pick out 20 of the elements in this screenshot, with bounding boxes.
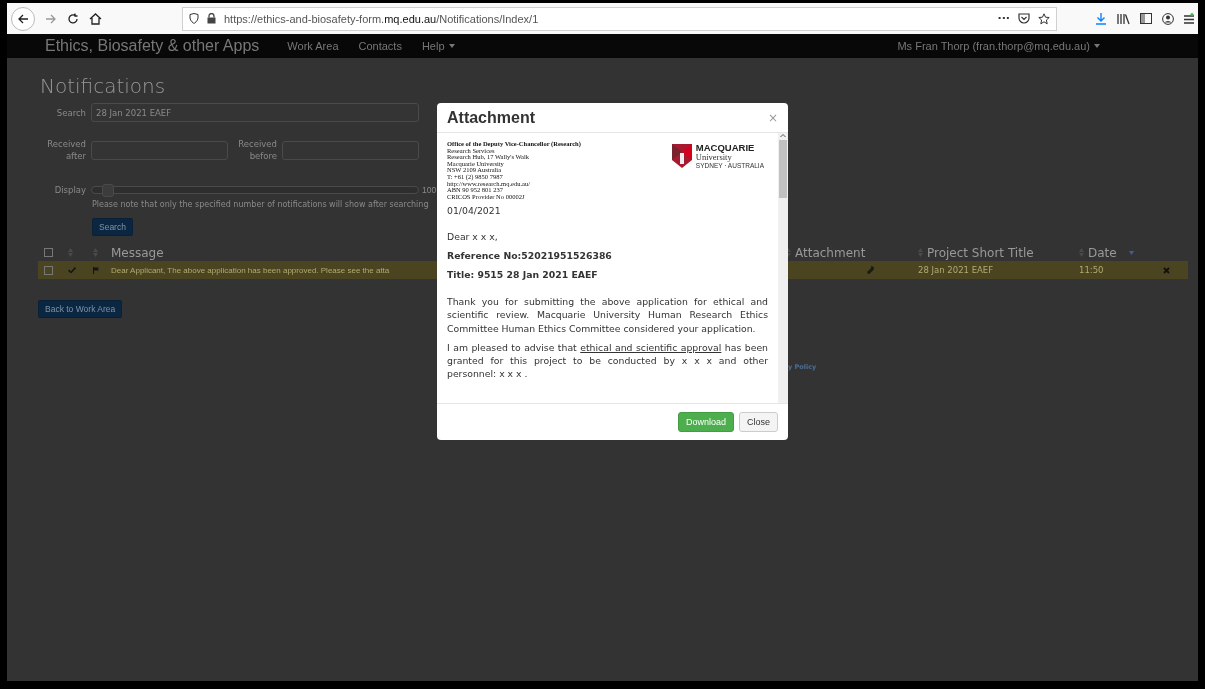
page-title: Notifications <box>40 74 167 98</box>
letter-paragraph: I am pleased to advise that ethical and scientific approval has been granted for this project to be conducted by x x x and other personnel: x x x . <box>447 340 768 381</box>
field-label: Search <box>55 106 86 119</box>
letter-paragraph: Thank you for submitting the above application for ethical and scientific review. Macquarie University Human Research Ethics Committee Human Ethics Committee considered your application. <box>447 295 768 335</box>
message-cell: Dear Applicant, The above application has been approved. Please see the atta <box>111 265 390 275</box>
slider-value: 100 <box>422 185 437 195</box>
url-text: https://ethics-and-biosafety-form.mq.edu.au/Notifications/Index/1 <box>224 12 540 25</box>
logo-name: MACQUARIE <box>695 143 756 153</box>
letter-greeting: Dear x x x, <box>447 229 499 243</box>
field-label: Display <box>53 184 86 196</box>
logo-subtitle: University <box>695 152 732 161</box>
letter-title: Title: 9515 28 Jan 2021 EAEF <box>447 267 599 282</box>
note-text: Please note that only the specified number of notifications will show after searching <box>92 200 429 209</box>
date-cell-text: 11:50 <box>1079 265 1105 275</box>
project-cell-text: 28 Jan 2021 EAEF <box>918 265 995 275</box>
field-label: Received before <box>237 138 277 162</box>
dialog-title: Attachment <box>447 108 535 127</box>
reference-number: Reference No:52021951526386 <box>447 248 613 262</box>
letter-date: 01/04/2021 <box>447 204 502 218</box>
field-label: Received after <box>46 138 86 162</box>
